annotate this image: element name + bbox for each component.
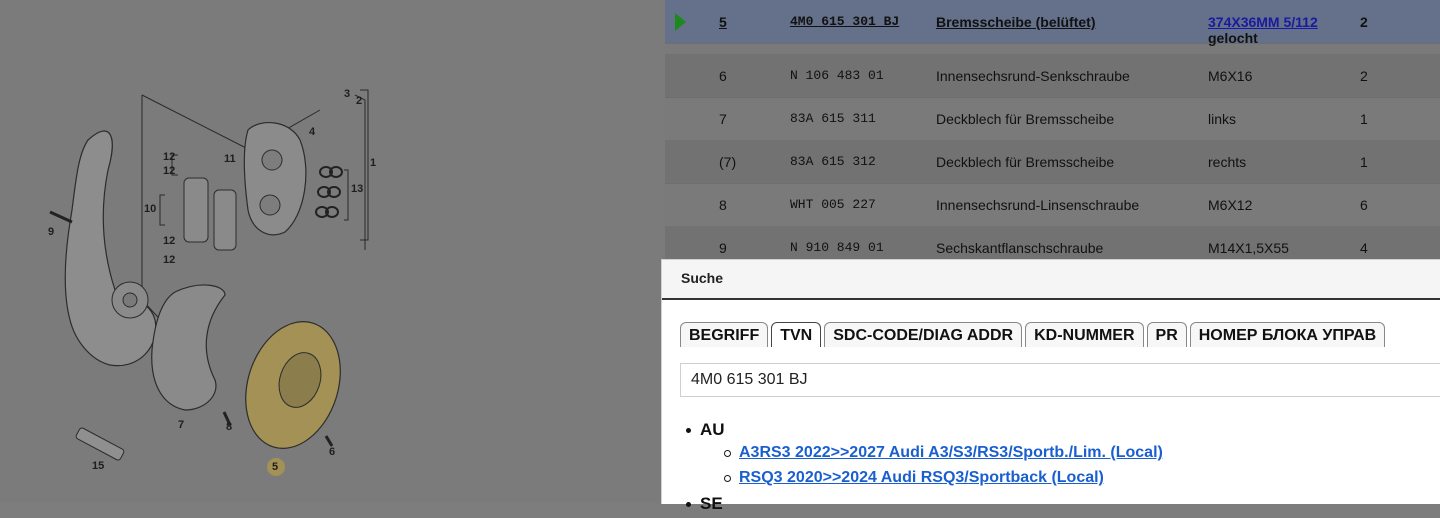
callout-12[interactable]: 12 — [163, 254, 175, 266]
remark-cell: links — [1208, 111, 1237, 127]
remark-cell: M6X16 — [1208, 68, 1253, 84]
exploded-diagram[interactable]: 1 2 3 4 5 6 7 8 9 10 11 12 12 12 12 13 1… — [0, 0, 665, 503]
qty-cell: 1 — [1360, 154, 1368, 170]
callout-12[interactable]: 12 — [163, 151, 175, 163]
qty-cell: 4 — [1360, 240, 1368, 256]
tab-begriff[interactable]: BEGRIFF — [680, 322, 769, 347]
result-link[interactable]: A3RS3 2022>>2027 Audi A3/S3/RS3/Sportb./… — [724, 444, 1420, 469]
description-cell: Deckblech für Bremsscheibe — [936, 111, 1115, 127]
callout-5[interactable]: 5 — [272, 461, 278, 473]
part-number-cell: 83A 615 311 — [790, 111, 876, 126]
result-group-label: AU — [686, 420, 1420, 444]
caliper-part — [243, 122, 307, 236]
tab-sdc-code[interactable]: SDC-CODE/DIAG ADDR — [824, 322, 1023, 347]
callout-6[interactable]: 6 — [329, 446, 335, 458]
callout-9[interactable]: 9 — [48, 226, 54, 238]
search-tabs: BEGRIFF TVN SDC-CODE/DIAG ADDR KD-NUMMER PR Н… — [680, 322, 1388, 348]
callout-15[interactable]: 15 — [92, 460, 104, 472]
callout-1[interactable]: 1 — [370, 157, 376, 169]
parts-table: 5 4M0 615 301 BJ Bremsscheibe (belüftet)… — [665, 0, 1440, 260]
search-results: AU A3RS3 2022>>2027 Audi A3/S3/RS3/Sport… — [686, 420, 1420, 518]
callout-3[interactable]: 3 — [344, 88, 350, 100]
description-cell: Innensechsrund-Senkschraube — [936, 68, 1130, 84]
description-cell: Deckblech für Bremsscheibe — [936, 154, 1115, 170]
callout-12[interactable]: 12 — [163, 165, 175, 177]
qty-cell: 2 — [1360, 68, 1368, 84]
result-group-label: SE — [686, 494, 1420, 518]
callout-7[interactable]: 7 — [178, 419, 184, 431]
position-cell[interactable]: 5 — [719, 14, 727, 30]
qty-cell: 1 — [1360, 111, 1368, 127]
callout-13[interactable]: 13 — [351, 183, 363, 195]
selected-arrow-icon — [675, 13, 686, 31]
position-cell: (7) — [719, 154, 737, 170]
position-cell: 7 — [719, 111, 727, 127]
table-row[interactable]: 9 N 910 849 01 Sechskantflanschschraube … — [665, 226, 1440, 260]
position-cell: 6 — [719, 68, 727, 84]
tab-control-unit-number[interactable]: НОМЕР БЛОКА УПРАВ — [1189, 322, 1386, 347]
remark-line2: gelocht — [1208, 30, 1258, 46]
table-row[interactable]: 7 83A 615 311 Deckblech für Bremsscheibe… — [665, 97, 1440, 141]
dust-shield-part — [151, 284, 226, 411]
table-row-selected[interactable]: 5 4M0 615 301 BJ Bremsscheibe (belüftet)… — [665, 0, 1440, 46]
callout-8[interactable]: 8 — [226, 421, 232, 433]
qty-cell: 6 — [1360, 197, 1368, 213]
remark-cell: M14X1,5X55 — [1208, 240, 1289, 256]
part-number-cell: 83A 615 312 — [790, 154, 876, 169]
qty-cell: 2 — [1360, 14, 1368, 30]
description-cell[interactable]: Bremsscheibe (belüftet) — [936, 14, 1095, 30]
table-row[interactable]: 8 WHT 005 227 Innensechsrund-Linsenschra… — [665, 183, 1440, 227]
grease-tube-part — [75, 427, 125, 461]
remark-cell: rechts — [1208, 154, 1247, 170]
part-number-cell: WHT 005 227 — [790, 197, 876, 212]
search-input[interactable] — [680, 363, 1440, 397]
result-link[interactable]: RSQ3 2020>>2024 Audi RSQ3/Sportback (Loc… — [724, 469, 1420, 494]
callout-11[interactable]: 11 — [224, 153, 236, 165]
search-dialog: Suche BEGRIFF TVN SDC-CODE/DIAG ADDR KD-NUM… — [661, 259, 1440, 513]
position-cell: 9 — [719, 240, 727, 256]
dialog-header[interactable]: Suche — [662, 260, 1440, 300]
tab-tvn[interactable]: TVN — [771, 322, 822, 347]
remark-cell: 374X36MM 5/112 gelocht — [1208, 14, 1318, 46]
table-row[interactable]: 6 N 106 483 01 Innensechsrund-Senkschrau… — [665, 54, 1440, 98]
description-cell: Innensechsrund-Linsenschraube — [936, 197, 1140, 213]
tab-pr[interactable]: PR — [1146, 322, 1187, 347]
callout-2[interactable]: 2 — [356, 95, 362, 107]
part-number-cell: N 910 849 01 — [790, 240, 884, 255]
position-cell: 8 — [719, 197, 727, 213]
remark-cell: M6X12 — [1208, 197, 1253, 213]
tab-kd-nummer[interactable]: KD-NUMMER — [1025, 322, 1144, 347]
callout-10[interactable]: 10 — [144, 203, 156, 215]
part-number-cell[interactable]: 4M0 615 301 BJ — [790, 14, 899, 29]
remark-link[interactable]: 374X36MM 5/112 — [1208, 14, 1318, 30]
part-number-cell: N 106 483 01 — [790, 68, 884, 83]
callout-4[interactable]: 4 — [309, 126, 315, 138]
dialog-title: Suche — [681, 270, 724, 286]
callout-12[interactable]: 12 — [163, 235, 175, 247]
description-cell: Sechskantflanschschraube — [936, 240, 1104, 256]
diagram-drawing — [49, 89, 369, 476]
table-row[interactable]: (7) 83A 615 312 Deckblech für Bremsschei… — [665, 140, 1440, 184]
